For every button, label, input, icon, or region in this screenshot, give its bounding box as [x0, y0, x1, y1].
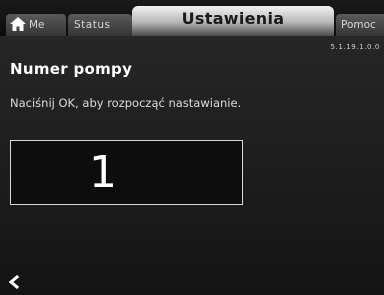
instruction-text: Naciśnij OK, aby rozpocząć nastawianie.	[10, 96, 242, 110]
tab-bar: Me Status Ustawienia Pomoc	[0, 0, 384, 36]
tab-settings[interactable]: Ustawienia	[132, 6, 334, 36]
controller-screen: Me Status Ustawienia Pomoc 5.1.19.1.0.0 …	[0, 0, 384, 295]
back-button[interactable]	[6, 272, 26, 292]
menu-path-number: 5.1.19.1.0.0	[330, 43, 380, 51]
tab-assist[interactable]: Pomoc	[336, 14, 384, 36]
tab-status[interactable]: Status	[68, 14, 132, 36]
tab-home-label: Me	[29, 19, 45, 31]
page-title: Numer pompy	[10, 60, 133, 78]
tab-home[interactable]: Me	[6, 14, 66, 36]
chevron-left-icon	[8, 274, 20, 290]
tab-assist-label: Pomoc	[341, 19, 376, 31]
tab-status-label: Status	[74, 19, 111, 31]
pump-number-value: 1	[89, 147, 117, 198]
pump-number-field[interactable]: 1	[10, 140, 243, 205]
tab-settings-label: Ustawienia	[181, 9, 285, 28]
home-icon	[10, 17, 26, 31]
